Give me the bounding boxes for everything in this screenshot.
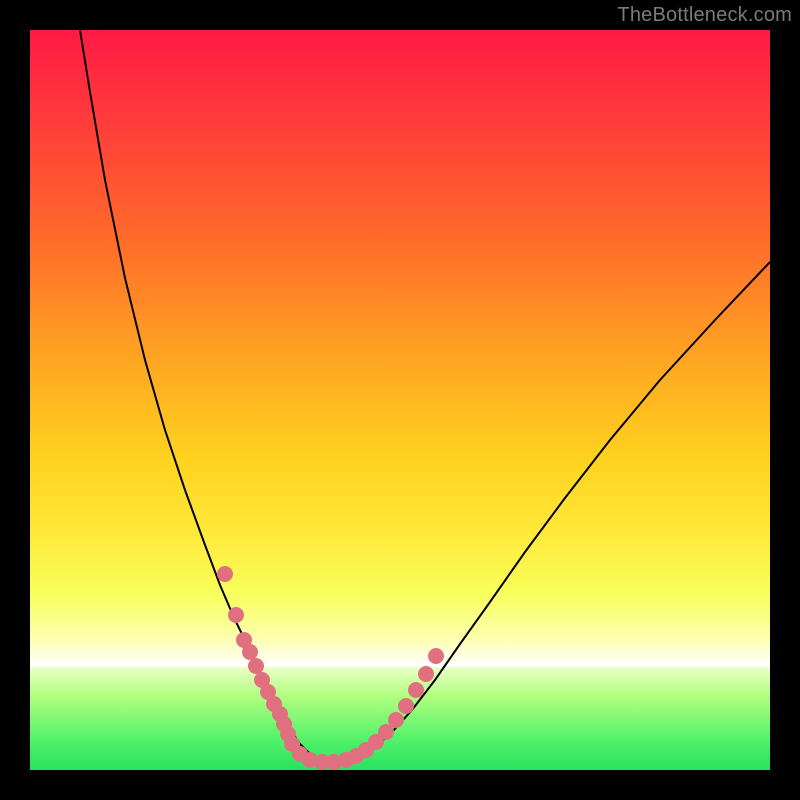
dots-left-dot (272, 706, 288, 722)
dots-left-dot (236, 632, 252, 648)
dots-right-dot (428, 648, 444, 664)
dots-right-dot (388, 712, 404, 728)
dots-left-dot (228, 607, 244, 623)
dots-bottom-dot (292, 746, 308, 762)
dots-left-dot (248, 658, 264, 674)
chart-svg (30, 30, 770, 770)
dots-right-dot (378, 724, 394, 740)
curve-path (80, 30, 770, 762)
dots-bottom-dot (302, 752, 318, 768)
dots-bottom-dot (314, 754, 330, 770)
dots-left-group (217, 566, 300, 752)
dots-left-dot (276, 716, 292, 732)
dots-left-dot (280, 726, 296, 742)
dots-left-dot (284, 736, 300, 752)
dots-right-group (358, 648, 444, 758)
dots-bottom-dot (348, 748, 364, 764)
dots-bottom-dot (338, 752, 354, 768)
plot-area (30, 30, 770, 770)
dots-left-dot (266, 696, 282, 712)
dots-left-dot (217, 566, 233, 582)
watermark-text: TheBottleneck.com (617, 4, 792, 27)
dots-left-dot (254, 672, 270, 688)
dots-right-dot (398, 698, 414, 714)
dots-right-dot (418, 666, 434, 682)
dots-right-dot (408, 682, 424, 698)
dots-right-dot (358, 742, 374, 758)
dots-right-dot (368, 734, 384, 750)
dots-bottom-group (292, 746, 364, 770)
dots-left-dot (260, 684, 276, 700)
chart-frame: TheBottleneck.com (0, 0, 800, 800)
dots-left-dot (242, 644, 258, 660)
dots-bottom-dot (326, 754, 342, 770)
